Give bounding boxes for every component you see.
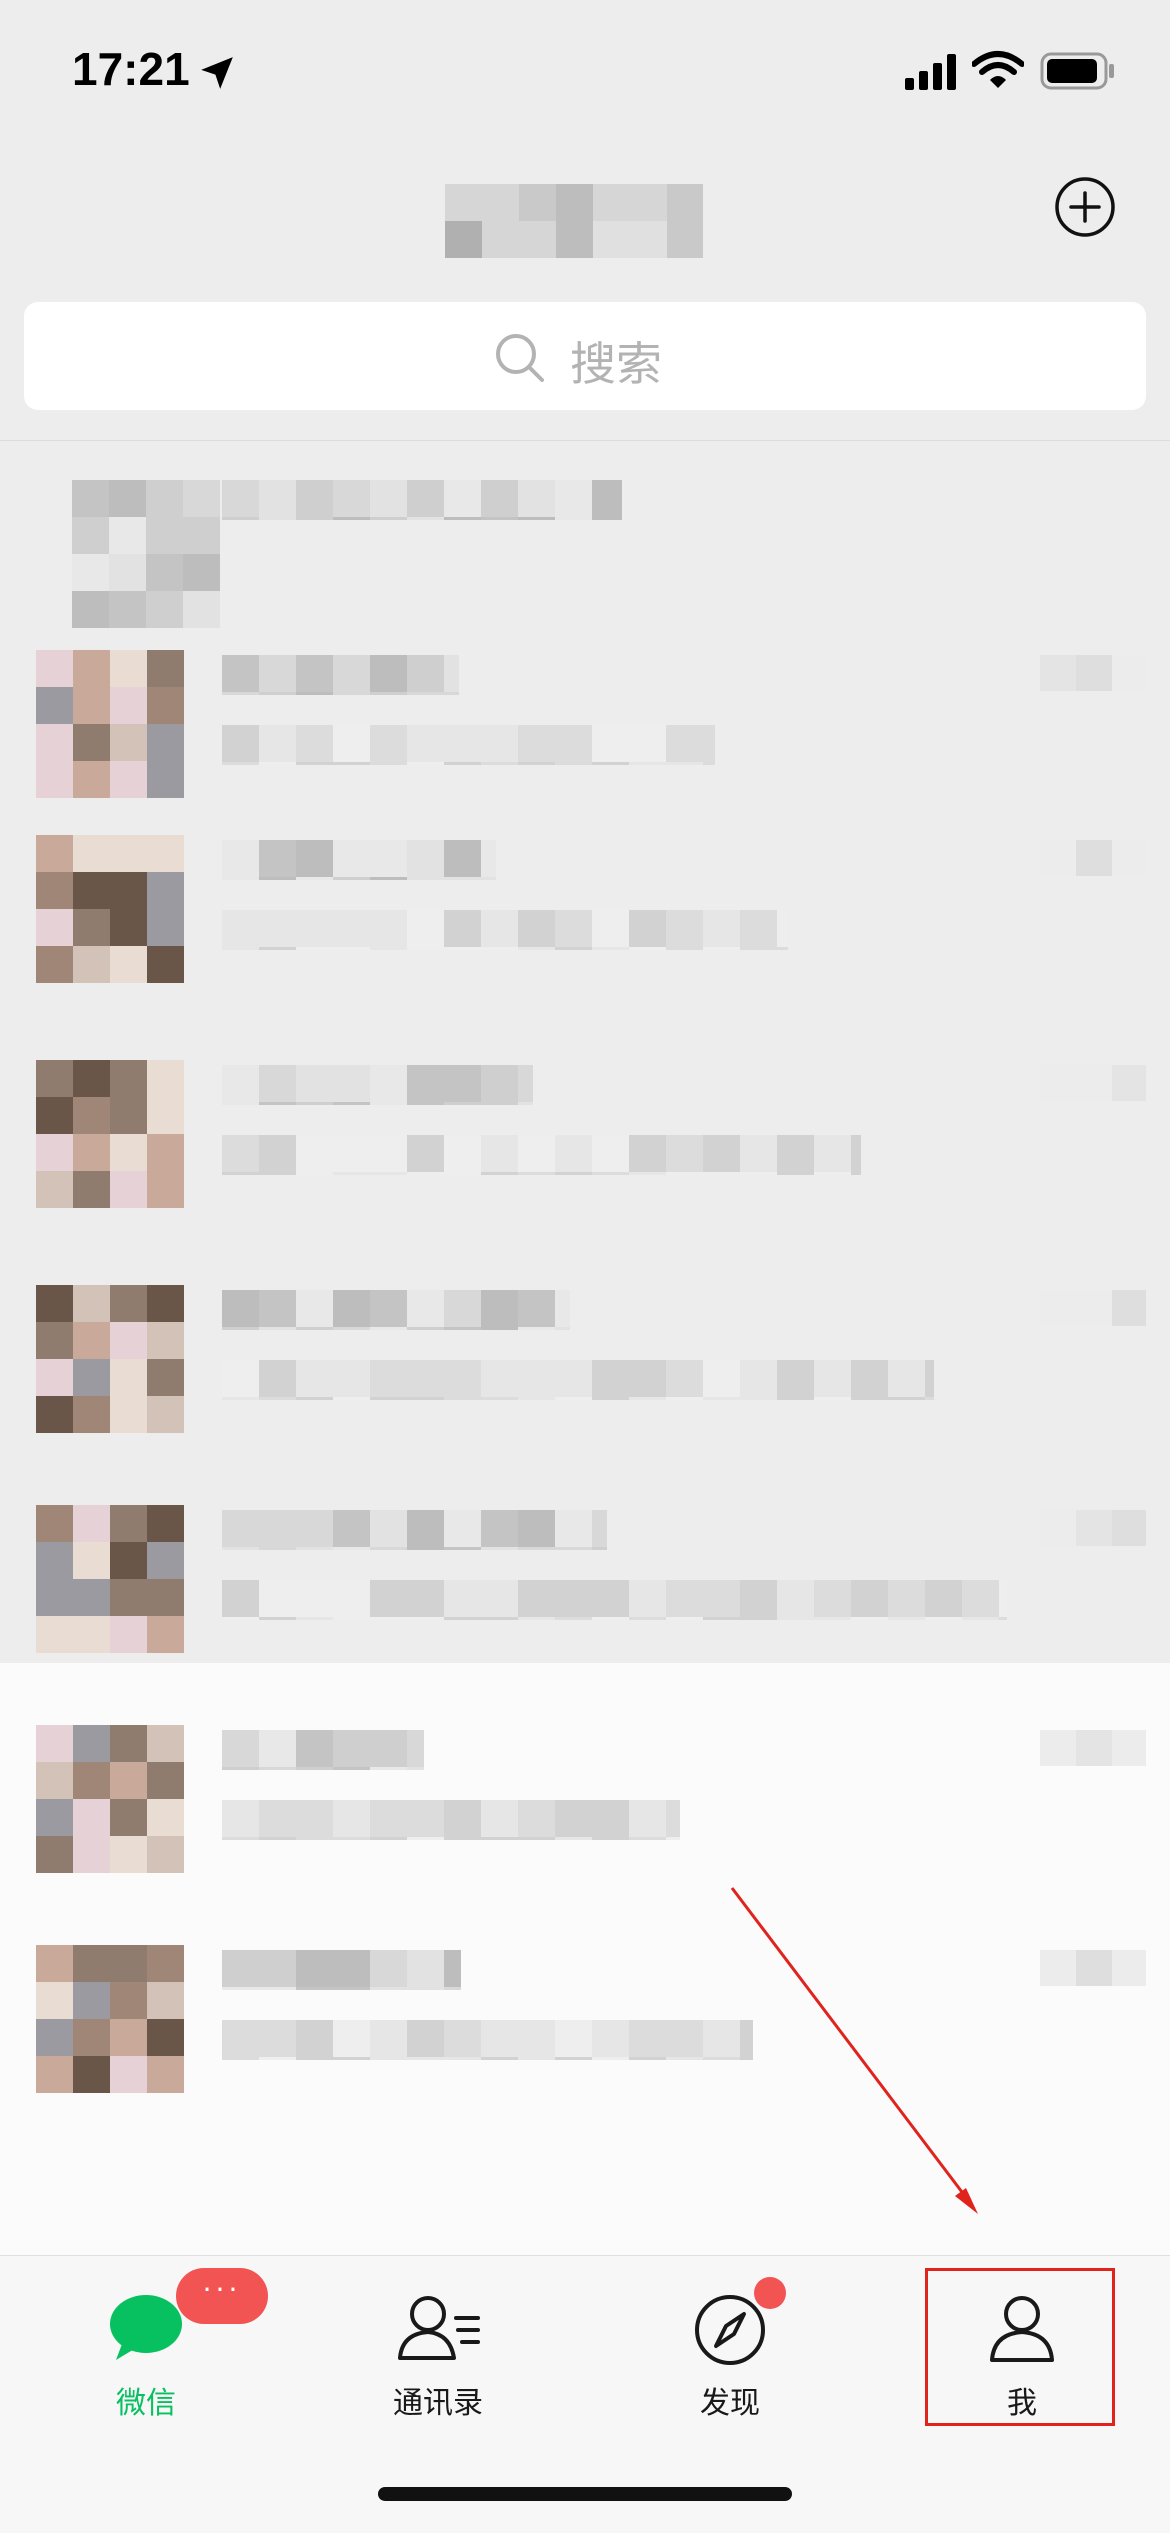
tab-label-contacts: 通讯录: [393, 2386, 483, 2421]
tab-discover[interactable]: 发现: [584, 2256, 876, 2456]
tab-label-chats: 微信: [116, 2386, 176, 2421]
discover-red-dot: [754, 2277, 786, 2309]
chats-unread-badge: ···: [176, 2268, 268, 2324]
compass-icon: [695, 2295, 765, 2365]
annotation-highlight-box: [925, 2268, 1115, 2426]
tab-label-discover: 发现: [700, 2386, 760, 2421]
contacts-icon: [398, 2296, 480, 2360]
home-indicator: [378, 2487, 792, 2501]
tab-contacts[interactable]: 通讯录: [292, 2256, 584, 2456]
annotation-arrow: [730, 1887, 978, 2214]
chat-bubble-icon: [110, 2295, 182, 2360]
